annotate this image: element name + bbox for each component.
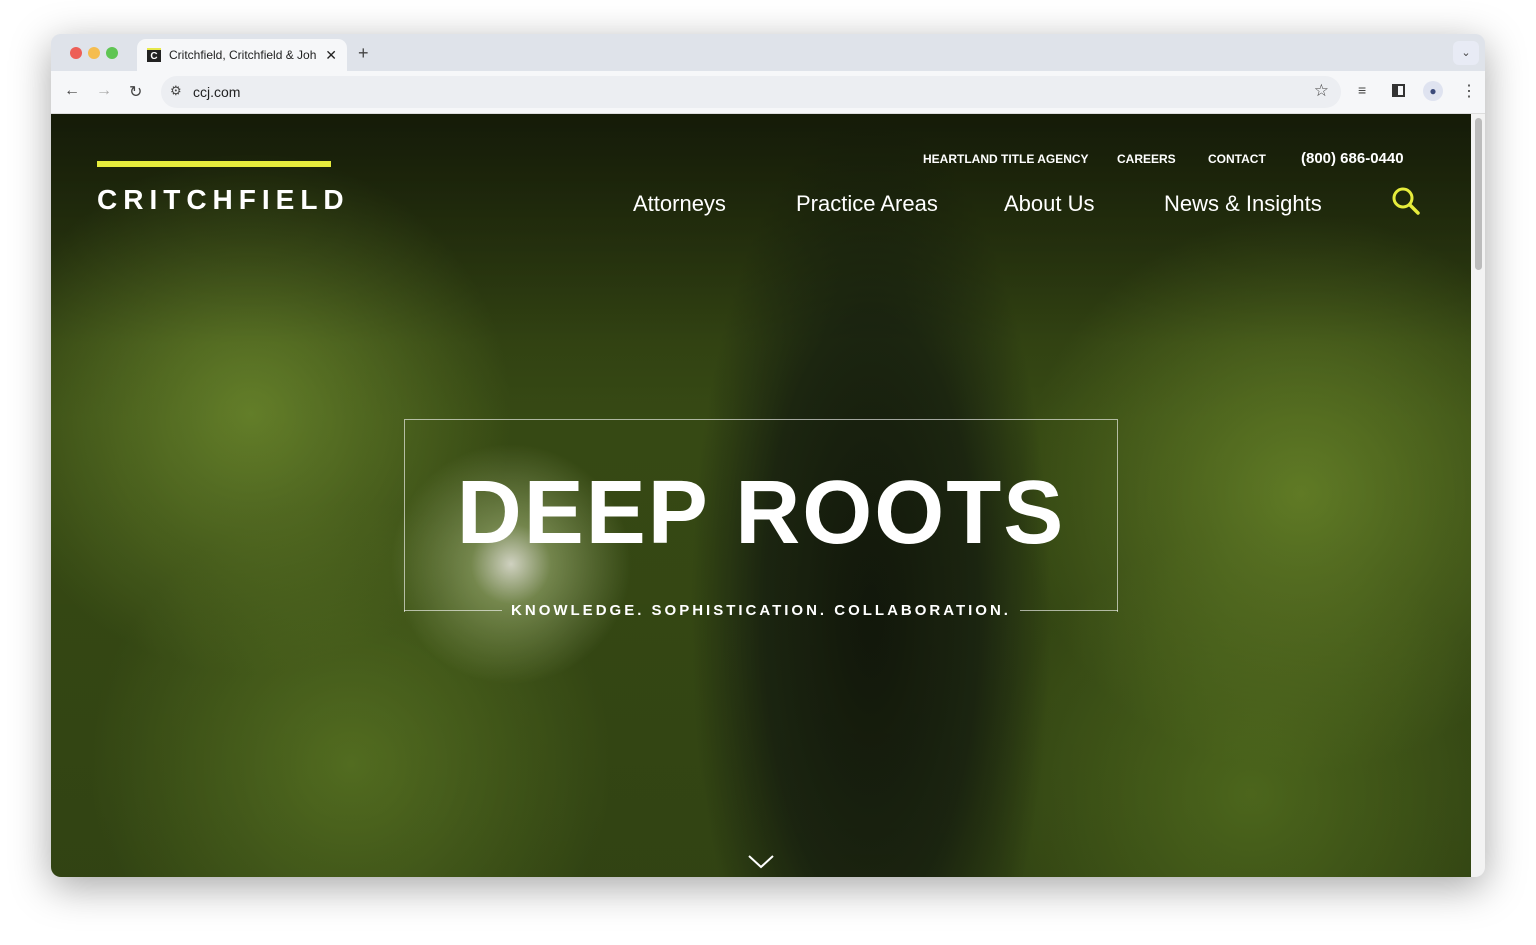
media-queue-icon[interactable]: ≡ <box>1358 82 1366 98</box>
scroll-down-chevron-icon[interactable] <box>748 854 774 870</box>
scrollbar-thumb[interactable] <box>1475 118 1482 270</box>
nav-attorneys[interactable]: Attorneys <box>633 191 726 217</box>
hero-section: CRITCHFIELD HEARTLAND TITLE AGENCY CAREE… <box>51 114 1471 877</box>
logo-accent-bar <box>97 161 331 167</box>
nav-about-us[interactable]: About Us <box>1004 191 1095 217</box>
profile-avatar-icon[interactable]: ● <box>1423 81 1443 101</box>
site-logo[interactable]: CRITCHFIELD <box>97 184 350 216</box>
back-arrow-icon[interactable]: ← <box>64 82 80 100</box>
site-settings-icon[interactable]: ⚙ <box>170 83 182 99</box>
utility-link-careers[interactable]: CAREERS <box>1117 152 1176 166</box>
menu-kebab-icon[interactable]: ⋮ <box>1461 81 1477 101</box>
hero-tagline: KNOWLEDGE. SOPHISTICATION. COLLABORATION… <box>511 602 1011 619</box>
tab-title: Critchfield, Critchfield & Johnston <box>169 48 317 62</box>
utility-link-contact[interactable]: CONTACT <box>1208 152 1266 166</box>
close-window-button[interactable] <box>70 47 82 59</box>
favicon-icon: C <box>147 48 161 62</box>
browser-toolbar: ← → ↻ ⚙ ccj.com ☆ ≡ ● ⋮ <box>51 71 1485 114</box>
maximize-window-button[interactable] <box>106 47 118 59</box>
close-tab-icon[interactable]: ✕ <box>325 47 337 64</box>
minimize-window-button[interactable] <box>88 47 100 59</box>
address-bar[interactable]: ⚙ ccj.com ☆ <box>161 76 1341 108</box>
side-panel-icon[interactable] <box>1392 84 1405 97</box>
url-text: ccj.com <box>193 84 241 100</box>
browser-tab[interactable]: C Critchfield, Critchfield & Johnston ✕ <box>137 39 347 71</box>
search-icon[interactable] <box>1391 186 1421 216</box>
forward-arrow-icon[interactable]: → <box>96 82 112 100</box>
nav-news-insights[interactable]: News & Insights <box>1164 191 1322 217</box>
reload-icon[interactable]: ↻ <box>129 82 142 102</box>
phone-link[interactable]: (800) 686-0440 <box>1301 150 1404 167</box>
tab-search-chevron-down-icon[interactable]: ⌄ <box>1453 41 1479 65</box>
tab-bar: C Critchfield, Critchfield & Johnston ✕ … <box>51 34 1485 71</box>
utility-link-heartland[interactable]: HEARTLAND TITLE AGENCY <box>923 152 1089 166</box>
new-tab-icon[interactable]: + <box>358 43 369 64</box>
browser-window: C Critchfield, Critchfield & Johnston ✕ … <box>51 34 1485 877</box>
hero-title: DEEP ROOTS <box>456 463 1066 563</box>
nav-practice-areas[interactable]: Practice Areas <box>796 191 938 217</box>
bookmark-star-icon[interactable]: ☆ <box>1314 81 1329 101</box>
